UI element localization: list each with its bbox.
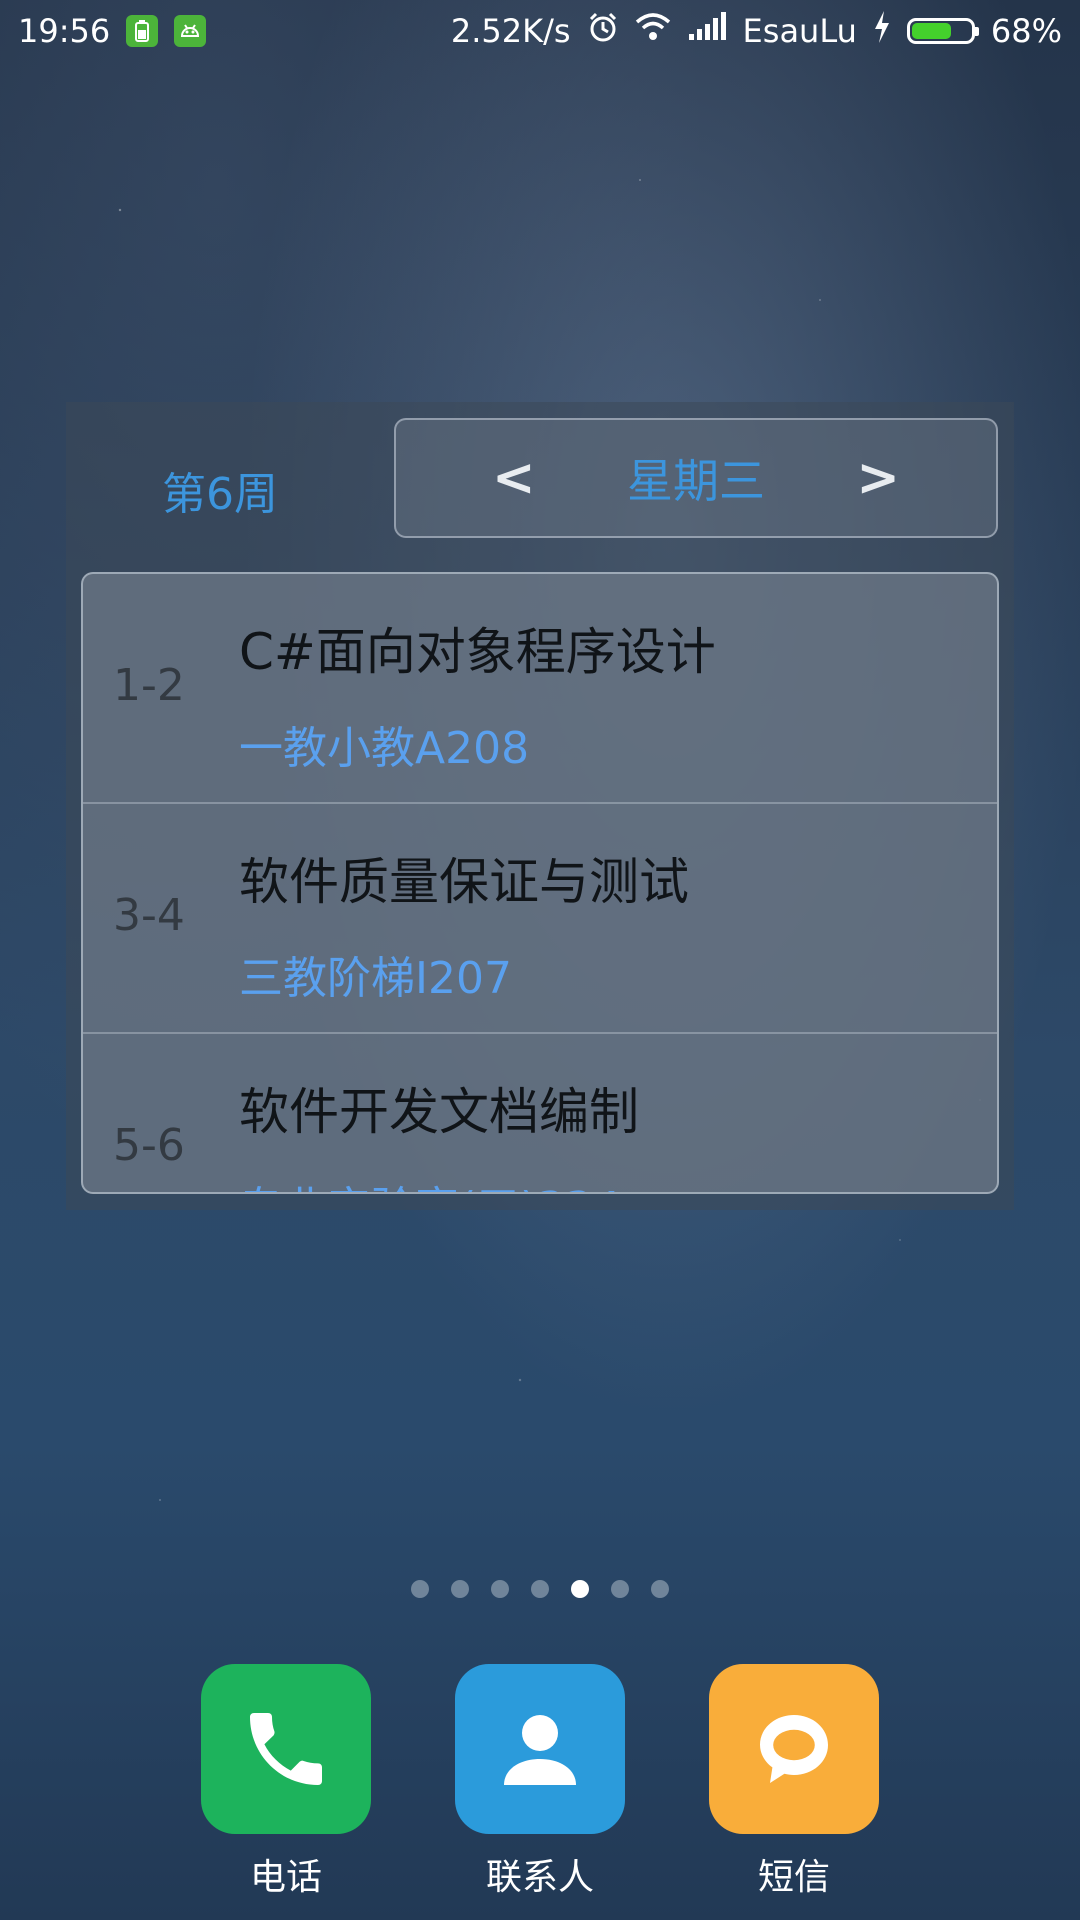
messages-app[interactable]: 短信 bbox=[709, 1664, 879, 1900]
battery-level bbox=[911, 23, 952, 39]
battery-notif-icon bbox=[126, 15, 159, 47]
course-row[interactable]: 3-4 软件质量保证与测试 三教阶梯I207 bbox=[83, 804, 997, 1034]
day-selector: < 星期三 > bbox=[394, 418, 998, 538]
page-dot-active[interactable] bbox=[571, 1580, 589, 1598]
page-dot[interactable] bbox=[411, 1580, 429, 1598]
app-label: 联系人 bbox=[485, 1857, 594, 1898]
next-day-button[interactable]: > bbox=[856, 448, 900, 508]
message-icon[interactable] bbox=[709, 1664, 879, 1834]
day-label: 星期三 bbox=[627, 454, 765, 508]
course-period: 3-4 bbox=[113, 890, 185, 941]
network-speed: 2.52K/s bbox=[450, 12, 571, 50]
course-list[interactable]: 1-2 C#面向对象程序设计 一教小教A208 3-4 软件质量保证与测试 三教… bbox=[81, 572, 999, 1194]
course-period: 5-6 bbox=[113, 1120, 185, 1171]
course-name: 软件质量保证与测试 bbox=[239, 853, 689, 911]
battery-percent: 68% bbox=[990, 12, 1062, 50]
course-name: C#面向对象程序设计 bbox=[239, 623, 716, 681]
page-dot[interactable] bbox=[451, 1580, 469, 1598]
status-time: 19:56 bbox=[18, 12, 111, 50]
course-name: 软件开发文档编制 bbox=[239, 1083, 639, 1141]
week-label[interactable]: 第6周 bbox=[162, 458, 278, 522]
course-period: 1-2 bbox=[113, 660, 185, 711]
status-bar: 19:56 2.52K/s EsauLu 68% bbox=[0, 0, 1080, 62]
course-room: 三教阶梯I207 bbox=[239, 953, 512, 1004]
charging-icon bbox=[873, 11, 891, 51]
phone-icon[interactable] bbox=[201, 1664, 371, 1834]
course-room: 专业实验室(五)334 bbox=[239, 1172, 621, 1192]
prev-day-button[interactable]: < bbox=[492, 448, 536, 508]
page-dot[interactable] bbox=[491, 1580, 509, 1598]
alarm-icon bbox=[587, 11, 619, 51]
app-label: 电话 bbox=[249, 1857, 322, 1898]
battery-icon bbox=[906, 18, 979, 44]
course-row[interactable]: 1-2 C#面向对象程序设计 一教小教A208 bbox=[83, 574, 997, 804]
course-room: 一教小教A208 bbox=[239, 723, 530, 774]
course-schedule-widget: 第6周 < 星期三 > 1-2 C#面向对象程序设计 一教小教A208 3-4 … bbox=[66, 402, 1014, 1210]
page-indicator bbox=[0, 1580, 1080, 1598]
carrier-name: EsauLu bbox=[742, 12, 857, 50]
phone-app[interactable]: 电话 bbox=[201, 1664, 371, 1900]
page-dot[interactable] bbox=[611, 1580, 629, 1598]
contacts-app[interactable]: 联系人 bbox=[455, 1664, 625, 1900]
wifi-icon bbox=[635, 12, 671, 50]
signal-icon bbox=[687, 12, 727, 50]
page-dot[interactable] bbox=[651, 1580, 669, 1598]
android-notif-icon bbox=[174, 15, 207, 47]
page-dot[interactable] bbox=[531, 1580, 549, 1598]
app-label: 短信 bbox=[757, 1857, 830, 1898]
dock: 电话 联系人 短信 bbox=[0, 1664, 1080, 1900]
contact-icon[interactable] bbox=[455, 1664, 625, 1834]
course-row[interactable]: 5-6 软件开发文档编制 专业实验室(五)334 bbox=[83, 1034, 997, 1192]
